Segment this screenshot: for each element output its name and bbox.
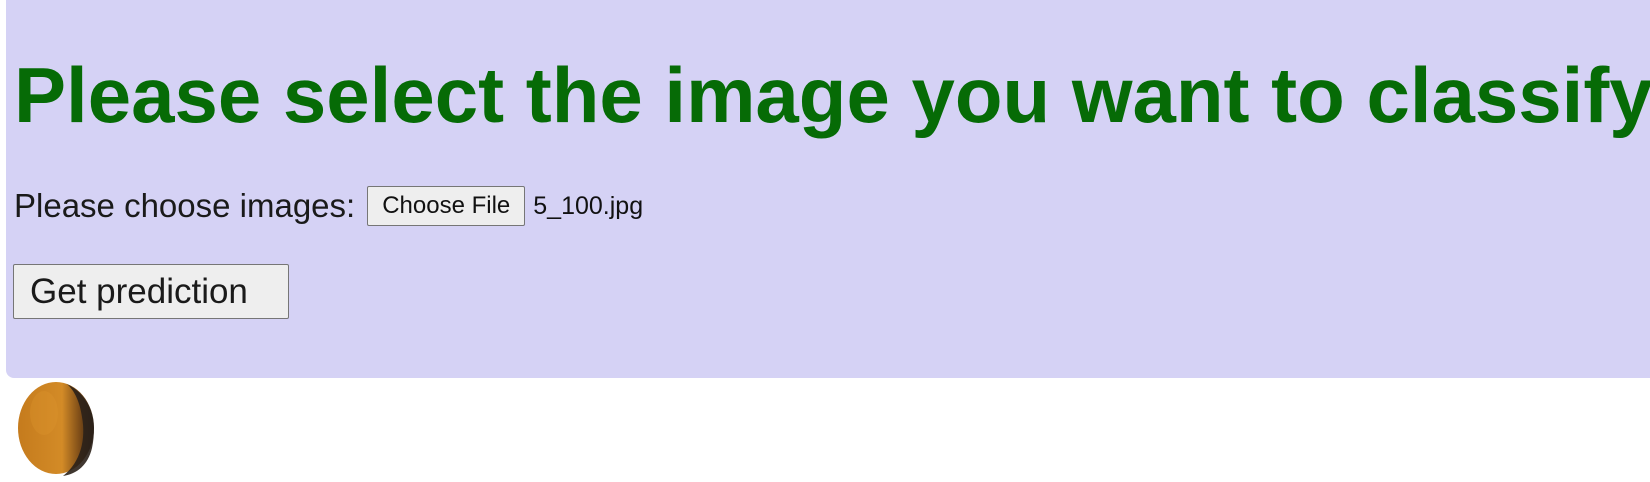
upload-panel: Please select the image you want to clas… [6,0,1650,378]
preview-highlight [30,391,58,435]
choose-file-button[interactable]: Choose File [367,186,526,226]
file-upload-row: Please choose images: Choose File 5_100.… [14,184,643,228]
get-prediction-button[interactable]: Get prediction [13,264,289,319]
page-title: Please select the image you want to clas… [14,51,1650,139]
preview-image [18,382,94,476]
selected-image-preview [14,378,100,478]
selected-file-name: 5_100.jpg [533,192,644,220]
file-upload-label: Please choose images: [14,187,356,224]
